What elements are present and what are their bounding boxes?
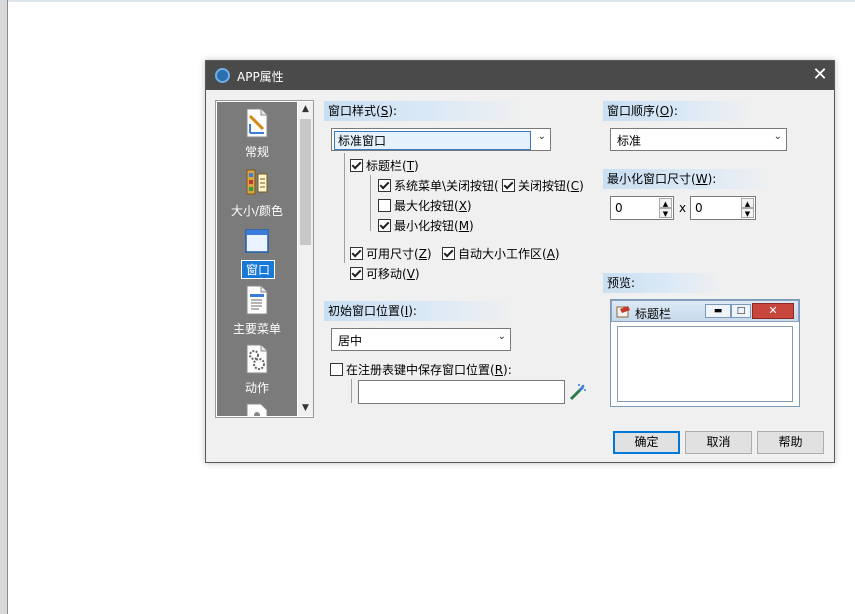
checkbox-box <box>350 159 363 172</box>
min-height-spinner[interactable]: 0 ▲ ▼ <box>690 196 756 220</box>
category-item-window[interactable]: 窗口 <box>217 224 297 282</box>
background-window-edge <box>0 0 8 614</box>
help-button[interactable]: 帮助 <box>757 431 824 454</box>
registry-key-input[interactable] <box>358 380 565 404</box>
window-style-value: 标准窗口 <box>338 134 387 148</box>
spin-down-icon[interactable]: ▼ <box>741 208 754 218</box>
tree-line <box>351 379 352 403</box>
ruler-pencil-icon <box>246 108 268 138</box>
tree-line <box>370 175 371 231</box>
checkbox-box <box>330 363 343 376</box>
maximize-button-checkbox[interactable]: 最大化按钮(X) <box>378 197 472 214</box>
preview-window-title: 标题栏 <box>635 307 672 321</box>
category-item-main-menu[interactable]: 主要菜单 <box>217 283 297 341</box>
chevron-down-icon: ⌄ <box>773 131 782 142</box>
min-size-header: 最小化窗口尺寸(W): <box>603 169 773 189</box>
checkbox-box <box>350 247 363 260</box>
spin-up-icon[interactable]: ▲ <box>659 198 672 208</box>
save-registry-checkbox[interactable]: 在注册表键中保存窗口位置(R): <box>330 361 512 378</box>
checkbox-box <box>442 247 455 260</box>
checkbox-box <box>502 179 515 192</box>
preview-app-icon <box>616 306 630 318</box>
maximize-icon: □ <box>731 304 751 318</box>
category-item-actions[interactable]: 动作 <box>217 342 297 400</box>
preview-client-area <box>617 326 793 402</box>
preview-header: 预览: <box>603 273 723 293</box>
window-icon <box>245 229 269 253</box>
window-style-header: 窗口样式(S): <box>324 101 524 121</box>
checkbox-box <box>378 199 391 212</box>
auto-size-checkbox[interactable]: 自动大小工作区(A) <box>442 245 560 262</box>
dialog-titlebar[interactable]: APP属性 ✕ <box>206 61 834 90</box>
background-window-top <box>8 0 855 2</box>
checkbox-box <box>350 267 363 280</box>
minimize-icon: ▬ <box>705 304 731 318</box>
checkbox-box <box>378 219 391 232</box>
window-style-select[interactable]: 标准窗口 ⌄ <box>331 128 551 151</box>
spin-up-icon[interactable]: ▲ <box>741 198 754 208</box>
initial-position-header: 初始窗口位置(I): <box>324 301 514 321</box>
min-width-spinner[interactable]: 0 ▲ ▼ <box>610 196 674 220</box>
category-label: 动作 <box>244 381 269 395</box>
size-separator: x <box>679 201 687 215</box>
category-item-size-color[interactable]: 大小/颜色 <box>217 165 297 223</box>
app-icon <box>215 68 230 83</box>
sysmenu-close-checkbox[interactable]: 系统菜单\关闭按钮( <box>378 177 499 194</box>
preview-panel: 标题栏 ▬ □ ✕ <box>610 299 800 407</box>
document-menu-icon <box>246 285 268 315</box>
category-item-partial[interactable] <box>217 401 297 416</box>
cancel-button[interactable]: 取消 <box>685 431 752 454</box>
min-height-value: 0 <box>695 201 703 215</box>
spin-down-icon[interactable]: ▼ <box>659 208 672 218</box>
chevron-down-icon[interactable]: ▼ <box>298 401 313 416</box>
category-label-selected: 窗口 <box>241 260 275 279</box>
window-order-select[interactable]: 标准 ⌄ <box>610 128 787 151</box>
category-item-general[interactable]: 常规 <box>217 106 297 164</box>
titlebar-checkbox[interactable]: 标题栏(T) <box>350 157 419 174</box>
window-order-value: 标准 <box>617 134 642 148</box>
paint-palette-icon <box>246 169 268 195</box>
close-icon: ✕ <box>752 303 794 319</box>
category-label: 主要菜单 <box>232 322 281 336</box>
chevron-down-icon: ⌄ <box>537 131 546 142</box>
initial-position-value: 居中 <box>338 334 363 348</box>
movable-checkbox[interactable]: 可移动(V) <box>350 265 420 282</box>
category-scrollbar[interactable]: ▲ ▼ <box>298 102 313 416</box>
edit-wand-icon[interactable] <box>569 383 587 401</box>
dialog-title: APP属性 <box>237 70 284 84</box>
properties-dialog: APP属性 ✕ 常规 大小/颜色 窗口 主要菜单 动作 ▲ ▼ 窗口样式(S):… <box>205 60 835 463</box>
usable-size-checkbox[interactable]: 可用尺寸(Z) <box>350 245 432 262</box>
document-icon <box>246 403 268 416</box>
close-button-checkbox[interactable]: 关闭按钮(C) <box>502 177 584 194</box>
close-icon[interactable]: ✕ <box>810 64 830 86</box>
chevron-up-icon[interactable]: ▲ <box>298 102 313 117</box>
window-order-header: 窗口顺序(O): <box>603 101 753 121</box>
min-width-value: 0 <box>615 201 623 215</box>
category-list: 常规 大小/颜色 窗口 主要菜单 动作 ▲ ▼ <box>215 100 314 418</box>
scrollbar-thumb[interactable] <box>300 119 311 245</box>
gear-document-icon <box>246 344 268 374</box>
category-items: 常规 大小/颜色 窗口 主要菜单 动作 <box>217 102 297 416</box>
preview-titlebar: 标题栏 ▬ □ ✕ <box>611 300 799 322</box>
chevron-down-icon: ⌄ <box>497 331 506 342</box>
category-label: 大小/颜色 <box>230 204 284 218</box>
minimize-button-checkbox[interactable]: 最小化按钮(M) <box>378 217 474 234</box>
category-label: 常规 <box>244 145 269 159</box>
ok-button[interactable]: 确定 <box>613 431 680 454</box>
checkbox-box <box>378 179 391 192</box>
tree-line <box>344 153 345 263</box>
initial-position-select[interactable]: 居中 ⌄ <box>331 328 511 351</box>
